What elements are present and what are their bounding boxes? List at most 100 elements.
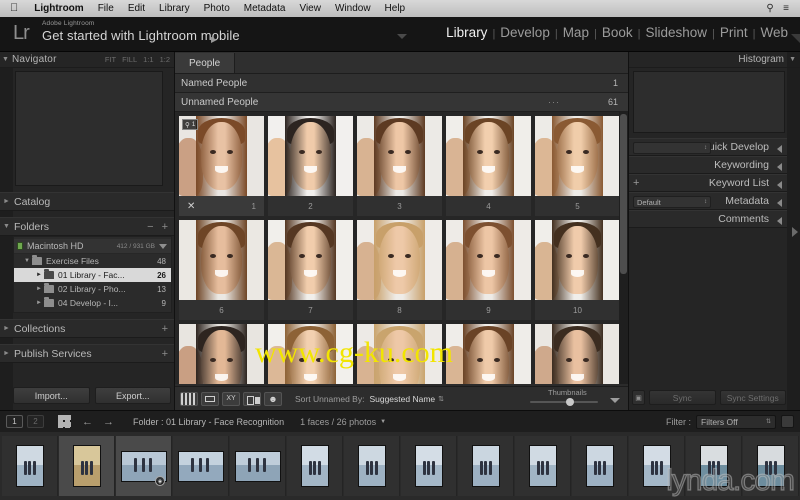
thumbnail-size-slider[interactable]: Thumbnails (528, 388, 620, 410)
grid-scrollbar-thumb[interactable] (620, 114, 627, 274)
filter-dropdown[interactable]: Filters Off ⇅ (696, 414, 776, 429)
face-thumbnail-cell[interactable]: 7 (268, 220, 353, 320)
sync-button[interactable]: Sync (649, 390, 716, 405)
collapse-arrow-icon[interactable] (777, 217, 782, 225)
collapse-arrow-icon[interactable] (777, 163, 782, 171)
filmstrip-badge-icon[interactable]: ◈ (155, 476, 165, 486)
search-icon[interactable]: ⚲ (762, 3, 778, 14)
face-cell-caption[interactable]: 9 (446, 300, 531, 320)
menu-lightroom[interactable]: Lightroom (27, 0, 90, 17)
face-cell-caption[interactable]: 2 (268, 196, 353, 216)
module-develop[interactable]: Develop (496, 25, 554, 40)
chevron-down-icon[interactable]: ▼ (380, 419, 386, 425)
module-book[interactable]: Book (598, 25, 637, 40)
face-count-badge[interactable]: ⚲ 1 (182, 119, 199, 130)
navigator-preview[interactable] (15, 71, 163, 186)
face-thumbnail-cell[interactable]: 11 (179, 324, 264, 384)
named-people-header[interactable]: Named People 1 (175, 74, 628, 93)
filmstrip-item[interactable] (173, 436, 229, 496)
slider-track[interactable] (530, 400, 598, 403)
module-slideshow[interactable]: Slideshow (641, 25, 711, 40)
face-thumbnail-cell[interactable]: 6 (179, 220, 264, 320)
screen-1-button[interactable]: 1 (6, 415, 23, 428)
filmstrip-item[interactable] (401, 436, 457, 496)
sort-value[interactable]: Suggested Name (369, 394, 435, 404)
face-thumbnail-cell[interactable]: 9 (446, 220, 531, 320)
filmstrip-thumbnail[interactable] (471, 445, 500, 487)
face-thumbnail-image[interactable] (357, 220, 442, 300)
filmstrip-item[interactable] (458, 436, 514, 496)
filmstrip-item[interactable] (629, 436, 685, 496)
module-library[interactable]: Library (442, 25, 491, 40)
filmstrip-thumbnail[interactable] (528, 445, 557, 487)
zoom-1-2[interactable]: 1:2 (160, 55, 170, 64)
chevron-right-icon[interactable]: ► (34, 272, 44, 278)
menu-window[interactable]: Window (328, 0, 378, 17)
filmstrip-thumbnail[interactable] (414, 445, 443, 487)
sync-toggle-icon[interactable]: ▣ (632, 390, 645, 405)
catalog-header[interactable]: ► Catalog (0, 192, 174, 211)
filter-toggle-button[interactable] (781, 415, 794, 428)
filmstrip-item[interactable]: ◈ (116, 436, 172, 496)
folder-row-04-develop[interactable]: ► 04 Develop - I... 9 (14, 296, 171, 310)
grid-view-icon[interactable] (180, 391, 198, 406)
people-view-icon[interactable] (264, 391, 282, 406)
top-panel-toggle-icon[interactable] (397, 34, 407, 39)
menu-help[interactable]: Help (378, 0, 413, 17)
histogram-header[interactable]: Histogram ▼ (629, 52, 800, 68)
filmstrip-thumbnail[interactable] (234, 450, 281, 482)
histogram-display[interactable] (633, 71, 785, 133)
add-folder-button[interactable]: + (162, 221, 168, 233)
toolbar-menu-caret-icon[interactable] (610, 397, 620, 403)
keyword-list-header[interactable]: + Keyword List (629, 174, 787, 192)
face-thumbnail-cell[interactable]: 2 (268, 116, 353, 216)
publish-services-header[interactable]: ► Publish Services + (0, 344, 174, 363)
add-publish-service-button[interactable]: + (162, 348, 168, 360)
collapse-arrow-icon[interactable] (777, 199, 782, 207)
grid-scrollbar[interactable] (619, 112, 628, 384)
face-thumbnail-image[interactable] (179, 220, 264, 300)
face-thumbnail-cell[interactable]: ⚲ 1 ✕ 1 (179, 116, 264, 216)
face-thumbnail-cell[interactable]: 15 (535, 324, 620, 384)
folder-row-01-library-face[interactable]: ► 01 Library - Fac... 26 (14, 268, 171, 282)
filmstrip-item[interactable] (515, 436, 571, 496)
filmstrip-item[interactable] (2, 436, 58, 496)
sync-settings-button[interactable]: Sync Settings (719, 390, 786, 405)
chevron-right-icon[interactable]: ► (3, 325, 10, 332)
face-thumbnail-image[interactable] (446, 324, 531, 384)
filmstrip-item[interactable] (287, 436, 343, 496)
folder-row-02-library-photo[interactable]: ► 02 Library - Pho... 13 (14, 282, 171, 296)
remove-folder-button[interactable]: − (147, 221, 153, 233)
face-thumbnail-image[interactable] (357, 116, 442, 196)
metadata-preset-dropdown[interactable]: Default ↕ (633, 196, 711, 208)
chevron-down-icon[interactable]: ▼ (3, 223, 10, 230)
face-thumbnail-image[interactable] (179, 324, 264, 384)
face-thumbnail-image[interactable] (446, 116, 531, 196)
collections-header[interactable]: ► Collections + (0, 319, 174, 338)
face-thumbnail-cell[interactable]: 5 (535, 116, 620, 216)
face-thumbnail-image[interactable] (268, 220, 353, 300)
menu-edit[interactable]: Edit (121, 0, 152, 17)
right-panel-show-hide-icon[interactable] (792, 227, 798, 237)
import-button[interactable]: Import... (13, 387, 90, 404)
filmstrip-item[interactable] (572, 436, 628, 496)
face-thumbnail-cell[interactable]: 14 (446, 324, 531, 384)
face-thumbnail-image[interactable] (535, 220, 620, 300)
module-map[interactable]: Map (559, 25, 593, 40)
quick-develop-header[interactable]: ↕ Quick Develop (629, 138, 787, 156)
filmstrip-thumbnail[interactable] (15, 445, 44, 487)
face-cell-caption[interactable]: 4 (446, 196, 531, 216)
list-icon[interactable]: ≡ (778, 3, 794, 14)
filmstrip-item[interactable] (686, 436, 742, 496)
chevron-down-icon[interactable]: ▼ (22, 258, 32, 264)
sort-arrows-icon[interactable]: ⇅ (438, 395, 444, 403)
filmstrip-thumbnail[interactable] (642, 445, 671, 487)
folder-row-exercise-files[interactable]: ▼ Exercise Files 48 (14, 254, 171, 268)
filmstrip[interactable]: ◈ (0, 432, 800, 500)
navigator-header[interactable]: ▼ Navigator FIT FILL 1:1 1:2 (0, 52, 174, 68)
folders-header[interactable]: ▼ Folders − + (0, 217, 174, 236)
face-cell-caption[interactable]: 3 (357, 196, 442, 216)
screen-2-button[interactable]: 2 (27, 415, 44, 428)
menu-photo[interactable]: Photo (197, 0, 237, 17)
grid-icon[interactable] (58, 415, 71, 428)
